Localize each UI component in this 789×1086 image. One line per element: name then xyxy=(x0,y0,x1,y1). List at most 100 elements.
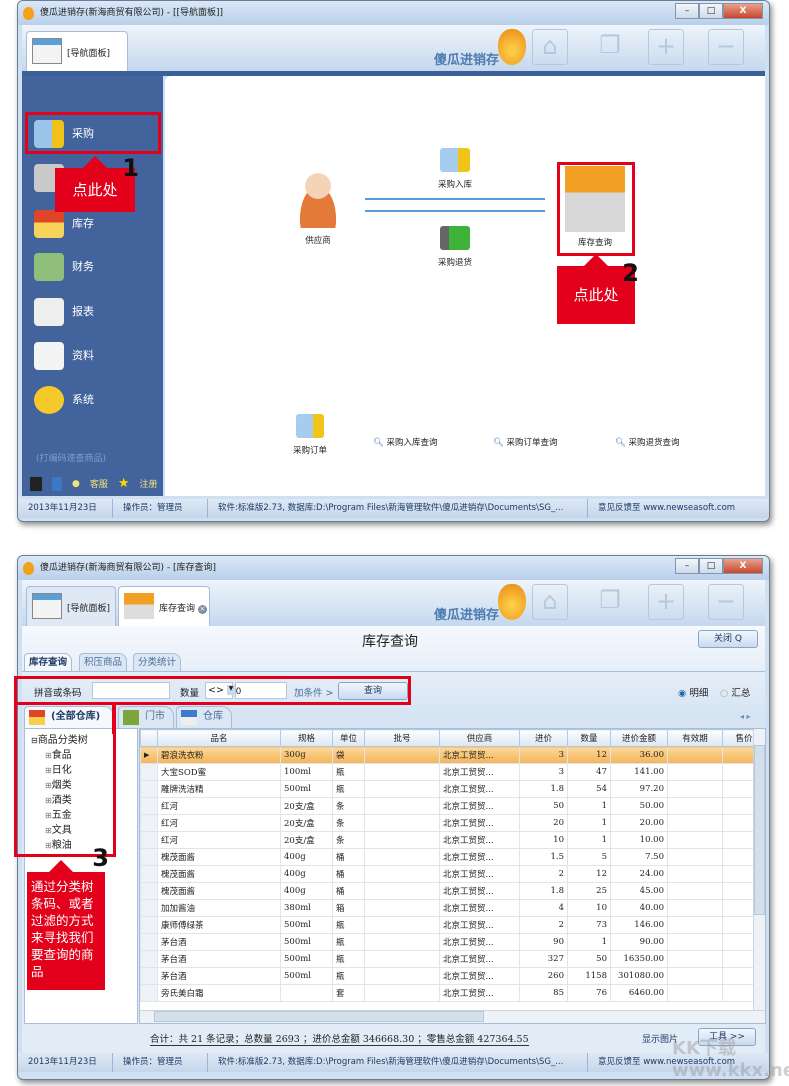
book-icon[interactable]: ❐ xyxy=(592,29,628,65)
table-row[interactable]: 雕牌洗洁精 500ml 瓶 北京工贸贸... 1.8 54 97.20 xyxy=(140,780,765,798)
table-row[interactable]: 槐茂面酱 400g 桶 北京工贸贸... 1.8 25 45.00 xyxy=(140,882,765,900)
table-row[interactable]: 红河 20支/盒条 北京工贸贸... 50 1 50.00 xyxy=(140,797,765,815)
in-query-link[interactable]: 🔍︎ 采购入库查询 xyxy=(373,436,438,448)
table-cell: 北京工贸贸... xyxy=(439,797,520,815)
column-header[interactable]: 数量 xyxy=(567,729,611,747)
tab-stock-query[interactable]: 库存查询 × xyxy=(118,586,210,626)
purchase-order-node[interactable]: 采购订单 xyxy=(285,414,335,456)
row-header[interactable] xyxy=(140,848,158,866)
table-row[interactable]: ▶ 碧浪洗衣粉 300g 袋 北京工贸贸... 3 12 36.00 xyxy=(140,746,765,764)
row-header[interactable] xyxy=(140,763,158,781)
table-row[interactable]: 加加酱油 380ml 箱 北京工贸贸... 4 10 40.00 xyxy=(140,899,765,917)
table-row[interactable]: 茅台酒 500ml 瓶 北京工贸贸... 90 1 90.00 xyxy=(140,933,765,951)
brand-logo-text: 傻瓜进销存 xyxy=(434,53,500,68)
table-cell: 北京工贸贸... xyxy=(439,984,520,1002)
view-summary-radio[interactable]: ○ 汇总 xyxy=(720,685,750,699)
home-icon[interactable]: ⌂ xyxy=(532,584,568,620)
scrollbar-thumb[interactable] xyxy=(754,745,765,915)
row-header[interactable] xyxy=(140,831,158,849)
sidebar-item-data[interactable]: 资料 xyxy=(30,340,155,372)
table-cell: 瓶 xyxy=(332,967,365,985)
home-icon[interactable]: ⌂ xyxy=(532,29,568,65)
add-page-icon[interactable]: + xyxy=(648,29,684,65)
table-cell xyxy=(364,763,440,781)
row-header[interactable] xyxy=(140,950,158,968)
view-detail-radio[interactable]: ◉ 明细 xyxy=(678,685,708,699)
maximize-button[interactable]: □ xyxy=(699,3,723,19)
row-header[interactable] xyxy=(140,933,158,951)
purchase-in-node[interactable]: 采购入库 xyxy=(420,148,490,190)
return-query-link[interactable]: 🔍︎ 采购退货查询 xyxy=(615,436,680,448)
calculator-icon[interactable] xyxy=(30,476,42,491)
close-button[interactable]: X xyxy=(723,3,763,19)
remove-page-icon[interactable]: − xyxy=(708,29,744,65)
subtab-category-stats[interactable]: 分类统计 xyxy=(133,653,182,671)
table-cell: 红河 xyxy=(157,797,281,815)
row-header[interactable] xyxy=(140,916,158,934)
dashboard-icon xyxy=(32,38,62,64)
table-row[interactable]: 茅台酒 500ml 瓶 北京工贸贸... 260 1158 301080.00 xyxy=(140,967,765,985)
book-icon[interactable]: ❐ xyxy=(592,584,628,620)
close-button[interactable]: X xyxy=(723,558,763,574)
table-row[interactable]: 槐茂面酱 400g 桶 北京工贸贸... 1.5 5 7.50 xyxy=(140,848,765,866)
row-header[interactable] xyxy=(140,984,158,1002)
row-header[interactable] xyxy=(140,882,158,900)
annotation-callout-2: 2 点此处 xyxy=(557,254,639,324)
table-cell: 2 xyxy=(519,916,568,934)
column-header[interactable]: 供应商 xyxy=(439,729,520,747)
table-cell: 旁氏美白霜 xyxy=(157,984,281,1002)
table-row[interactable]: 槐茂面酱 400g 桶 北京工贸贸... 2 12 24.00 xyxy=(140,865,765,883)
remove-page-icon[interactable]: − xyxy=(708,584,744,620)
table-row[interactable]: 康师傅绿茶 500ml 瓶 北京工贸贸... 2 73 146.00 xyxy=(140,916,765,934)
column-header[interactable]: 批号 xyxy=(364,729,440,747)
table-cell: 40.00 xyxy=(610,899,668,917)
close-page-button[interactable]: 关闭 Q xyxy=(698,630,758,648)
service-link[interactable]: 客服 xyxy=(90,477,108,490)
table-cell: 条 xyxy=(332,797,365,815)
vertical-scrollbar[interactable] xyxy=(753,729,765,1011)
subtab-overstock[interactable]: 积压商品 xyxy=(79,653,128,671)
table-row[interactable]: 茅台酒 500ml 瓶 北京工贸贸... 327 50 16350.00 xyxy=(140,950,765,968)
minimize-button[interactable]: – xyxy=(675,3,699,19)
sidebar-item-system[interactable]: 系统 xyxy=(30,384,155,416)
row-header[interactable]: ▶ xyxy=(140,746,158,764)
table-row[interactable]: 大宝SOD蜜 100ml 瓶 北京工贸贸... 3 47 141.00 xyxy=(140,763,765,781)
column-header[interactable]: 进价 xyxy=(519,729,568,747)
tab-navigation-panel[interactable]: [导航面板] xyxy=(26,586,116,626)
table-cell: 20支/盒 xyxy=(280,814,333,832)
status-software: 软件:标准版2.73, 数据库:D:\Program Files\新海管理软件\… xyxy=(208,499,588,518)
table-row[interactable]: 旁氏美白霜 套 北京工贸贸... 85 76 6460.00 xyxy=(140,984,765,1002)
sidebar-item-finance[interactable]: 财务 xyxy=(30,251,155,283)
table-cell: 红河 xyxy=(157,831,281,849)
tab-close-icon[interactable]: × xyxy=(197,605,207,614)
row-header[interactable] xyxy=(140,899,158,917)
table-row[interactable]: 红河 20支/盒条 北京工贸贸... 20 1 20.00 xyxy=(140,814,765,832)
sidebar-item-reports[interactable]: 报表 xyxy=(30,296,155,328)
maximize-button[interactable]: □ xyxy=(699,558,723,574)
tab-scroll-arrows[interactable]: ◂ ▸ xyxy=(740,712,751,721)
horizontal-scrollbar[interactable] xyxy=(140,1010,765,1023)
purchase-return-node[interactable]: 采购退货 xyxy=(420,226,490,268)
add-page-icon[interactable]: + xyxy=(648,584,684,620)
table-cell xyxy=(364,797,440,815)
supplier-node[interactable]: 供应商 xyxy=(283,168,353,258)
help-icon[interactable] xyxy=(52,476,62,491)
quick-search-hint[interactable]: (打编码速查商品) xyxy=(36,451,106,464)
minimize-button[interactable]: – xyxy=(675,558,699,574)
sidebar-item-inventory[interactable]: 库存 xyxy=(30,208,155,240)
row-header[interactable] xyxy=(140,814,158,832)
column-header[interactable]: 进价金额 xyxy=(610,729,668,747)
column-header[interactable]: 有效期 xyxy=(667,729,723,747)
table-row[interactable]: 红河 20支/盒条 北京工贸贸... 10 1 10.00 xyxy=(140,831,765,849)
column-header[interactable]: 单位 xyxy=(332,729,365,747)
order-query-link[interactable]: 🔍︎ 采购订单查询 xyxy=(493,436,558,448)
qq-penguin-icon: ● xyxy=(72,478,80,489)
scrollbar-thumb[interactable] xyxy=(154,1011,484,1022)
subtab-stock-query[interactable]: 库存查询 xyxy=(24,653,73,671)
row-header[interactable] xyxy=(140,967,158,985)
tab-navigation-panel[interactable]: [导航面板] xyxy=(26,31,128,71)
row-header[interactable] xyxy=(140,865,158,883)
row-header[interactable] xyxy=(140,780,158,798)
register-link[interactable]: 注册 xyxy=(140,477,158,490)
row-header[interactable] xyxy=(140,797,158,815)
